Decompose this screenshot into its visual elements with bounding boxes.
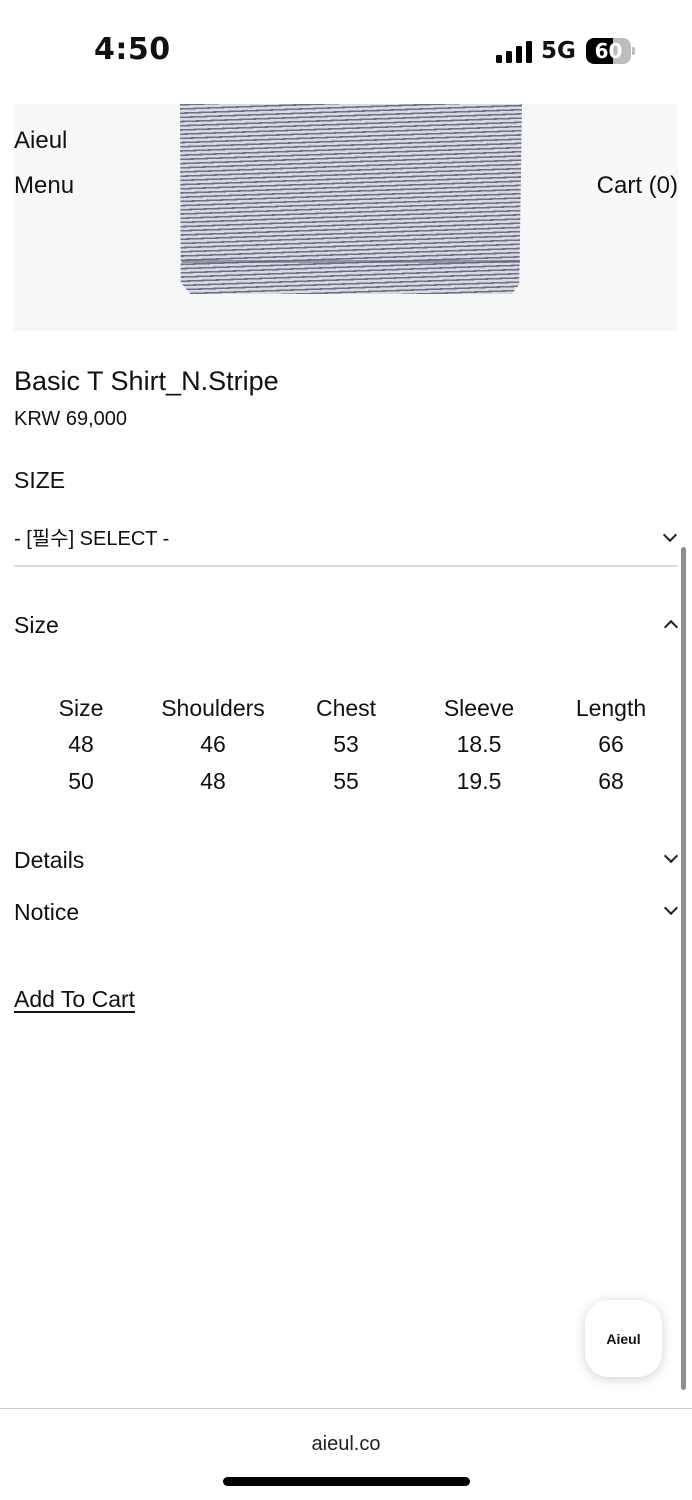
status-time: 4:50 — [94, 32, 171, 67]
chevron-up-icon[interactable] — [663, 619, 679, 635]
table-cell: 19.5 — [456, 768, 502, 794]
brand-logo[interactable]: Aieul — [14, 127, 67, 155]
chevron-down-icon[interactable] — [663, 848, 679, 864]
size-select[interactable]: - [필수] SELECT - — [14, 512, 678, 567]
size-chart-column-header: Sleeve — [443, 694, 515, 721]
battery-tip — [632, 47, 635, 55]
accordion-details-header[interactable]: Details — [14, 847, 84, 874]
product-price: KRW 69,000 — [14, 408, 128, 430]
size-select-value: - [필수] SELECT - — [14, 528, 170, 550]
size-chart-column-header: Length — [575, 694, 647, 721]
size-chart-column-header: Chest — [315, 694, 377, 721]
table-cell: 48 — [200, 768, 226, 794]
chat-widget-label: Aieul — [606, 1330, 641, 1347]
page-scrollbar[interactable] — [681, 547, 686, 1390]
chevron-down-icon[interactable] — [663, 900, 679, 916]
table-cell: 55 — [333, 768, 359, 794]
table-cell: 68 — [598, 768, 624, 794]
size-chart-header-row: Size Shoulders Chest Sleeve Length — [14, 690, 678, 726]
table-row: 50 48 55 19.5 68 — [14, 763, 678, 800]
table-cell: 46 — [200, 731, 226, 757]
product-title: Basic T Shirt_N.Stripe — [14, 366, 279, 396]
table-cell: 48 — [68, 731, 94, 757]
chat-widget-button[interactable]: Aieul — [585, 1300, 662, 1377]
browser-url-bar[interactable]: aieul.co — [0, 1408, 692, 1500]
home-indicator[interactable] — [223, 1477, 470, 1486]
size-option-label: SIZE — [14, 467, 66, 493]
cart-link[interactable]: Cart (0) — [597, 172, 678, 200]
size-chart-table: Size Shoulders Chest Sleeve Length 48 46… — [14, 690, 678, 800]
accordion-size-header[interactable]: Size — [14, 612, 59, 639]
table-cell: 53 — [333, 731, 359, 757]
size-chart-column-header: Size — [58, 694, 104, 721]
url-text[interactable]: aieul.co — [0, 1433, 692, 1456]
menu-button[interactable]: Menu — [14, 172, 74, 200]
shirt-hem — [182, 260, 520, 263]
size-chart-column-header: Shoulders — [161, 694, 265, 721]
add-to-cart-button[interactable]: Add To Cart — [14, 986, 135, 1013]
table-row: 48 46 53 18.5 66 — [14, 726, 678, 763]
status-bar: 4:50 5G 60 — [0, 0, 692, 100]
product-image[interactable] — [14, 104, 678, 331]
network-type: 5G — [541, 38, 576, 64]
table-cell: 18.5 — [456, 731, 502, 757]
chevron-down-icon — [662, 527, 678, 543]
table-cell: 66 — [598, 731, 624, 757]
battery-level: 60 — [594, 39, 623, 63]
table-cell: 50 — [68, 768, 94, 794]
battery-icon: 60 — [586, 38, 631, 64]
striped-shirt-photo — [180, 104, 522, 294]
cellular-signal-icon — [496, 41, 532, 63]
accordion-notice-header[interactable]: Notice — [14, 899, 79, 926]
